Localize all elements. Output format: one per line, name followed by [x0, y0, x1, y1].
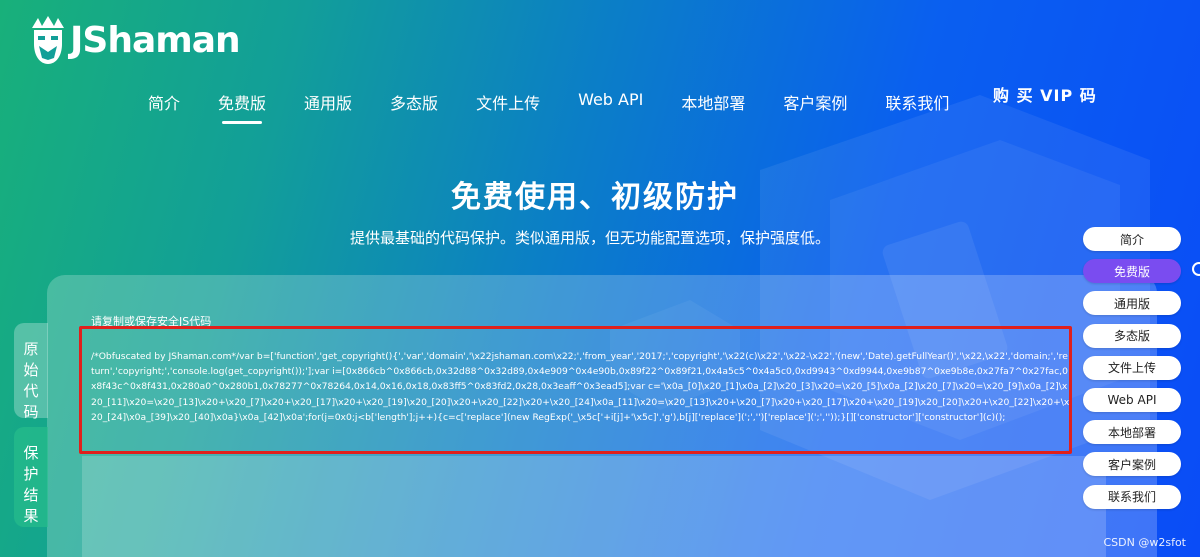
tab-protected-result[interactable]: 保护结果: [14, 427, 48, 527]
nav-item-contact[interactable]: 联系我们: [885, 90, 949, 114]
buy-vip-link[interactable]: 购 买 VIP 码: [993, 82, 1097, 106]
tab-original-code-label: 原始代码: [23, 340, 39, 421]
side-nav-free[interactable]: 免费版: [1083, 259, 1181, 284]
king-face-icon: [32, 16, 64, 64]
nav-item-file-upload[interactable]: 文件上传: [476, 90, 540, 114]
logo-text: JShaman: [70, 19, 241, 61]
side-nav-general[interactable]: 通用版: [1083, 291, 1181, 316]
nav-item-general[interactable]: 通用版: [304, 90, 352, 114]
tab-protected-result-label: 保护结果: [23, 444, 39, 525]
right-side-nav: 简介 免费版 通用版 多态版 文件上传 Web API 本地部署 客户案例 联系…: [1083, 227, 1181, 517]
nav-item-local-deploy[interactable]: 本地部署: [681, 90, 745, 114]
nav-item-web-api[interactable]: Web API: [578, 90, 643, 114]
nav-item-polymorphic[interactable]: 多态版: [390, 90, 438, 114]
side-nav-web-api[interactable]: Web API: [1083, 387, 1181, 412]
side-nav-local-deploy[interactable]: 本地部署: [1083, 420, 1181, 445]
obfuscated-code-output[interactable]: /*Obfuscated by JShaman.com*/var b=['fun…: [91, 349, 1071, 425]
jshaman-logo[interactable]: JShaman: [28, 14, 241, 66]
hero-title: 免费使用、初级防护: [451, 180, 739, 215]
watermark: CSDN @w2sfot: [1103, 536, 1187, 549]
nav-item-customer-cases[interactable]: 客户案例: [783, 90, 847, 114]
side-nav-contact[interactable]: 联系我们: [1083, 484, 1181, 509]
nav-item-free[interactable]: 免费版: [218, 90, 266, 124]
side-nav-polymorphic[interactable]: 多态版: [1083, 323, 1181, 348]
hero-subtitle: 提供最基础的代码保护。类似通用版，但无功能配置选项，保护强度低。: [349, 229, 830, 247]
nav-item-intro[interactable]: 简介: [148, 90, 180, 114]
code-textarea-area[interactable]: [82, 456, 1106, 557]
top-nav: 简介 免费版 通用版 多态版 文件上传 Web API 本地部署 客户案例 联系…: [148, 90, 949, 124]
side-nav-indicator-icon: [1192, 262, 1200, 276]
side-nav-intro[interactable]: 简介: [1083, 227, 1181, 251]
side-nav-file-upload[interactable]: 文件上传: [1083, 355, 1181, 380]
side-nav-customer-cases[interactable]: 客户案例: [1083, 452, 1181, 477]
tab-original-code[interactable]: 原始代码: [14, 323, 48, 421]
